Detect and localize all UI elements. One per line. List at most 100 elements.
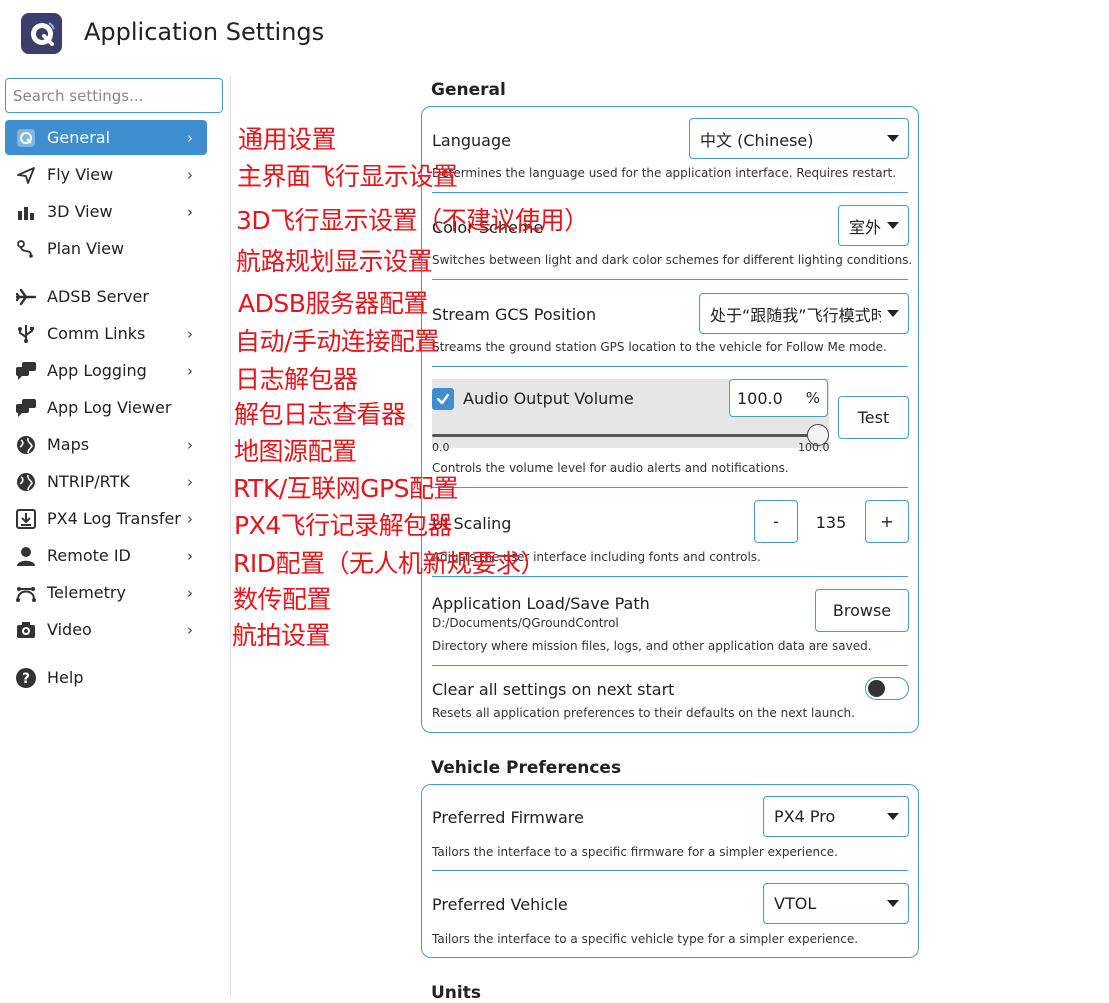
- annotation-fly-view: 主界面飞行显示设置: [237, 162, 458, 191]
- chevron-right-icon: ›: [187, 583, 193, 602]
- sidebar-item-3d-view[interactable]: 3D View ›: [5, 194, 207, 229]
- dropdown-arrow-icon: [887, 222, 899, 229]
- section-title-vehicle-preferences: Vehicle Preferences: [431, 758, 622, 778]
- ui-scaling-decrease-button[interactable]: -: [754, 500, 798, 543]
- audio-enable-checkbox[interactable]: [432, 388, 454, 410]
- chevron-right-icon: ›: [187, 128, 193, 147]
- sidebar-item-label: Plan View: [47, 239, 125, 258]
- annotation-telemetry: 数传配置: [233, 585, 332, 614]
- annotation-plan-view: 航路规划显示设置: [236, 247, 433, 276]
- usb-icon: [15, 323, 37, 345]
- annotation-3d-view: 3D飞行显示设置（不建议使用）: [236, 206, 589, 235]
- chevron-right-icon: ›: [187, 165, 193, 184]
- annotation-app-logging: 日志解包器: [235, 365, 358, 394]
- preferred-firmware-label: Preferred Firmware: [432, 808, 584, 827]
- row-divider: [432, 665, 908, 666]
- slider-min-label: 0.0: [432, 441, 450, 454]
- person-icon: [15, 545, 37, 567]
- language-label: Language: [432, 131, 511, 150]
- sidebar-item-label: Telemetry: [47, 583, 126, 602]
- section-title-general: General: [431, 80, 506, 100]
- check-icon: [436, 393, 450, 405]
- annotation-video: 航拍设置: [232, 621, 331, 650]
- chevron-right-icon: ›: [187, 202, 193, 221]
- sidebar-item-video[interactable]: Video ›: [5, 612, 207, 647]
- preferred-vehicle-desc: Tailors the interface to a specific vehi…: [432, 932, 859, 946]
- audio-volume-value: 100.0: [737, 389, 783, 408]
- sidebar-item-app-log-viewer[interactable]: App Log Viewer: [5, 390, 207, 425]
- sidebar-item-plan-view[interactable]: Plan View: [5, 231, 207, 266]
- stream-gcs-desc: Streams the ground station GPS location …: [432, 340, 887, 354]
- dropdown-arrow-icon: [887, 135, 899, 142]
- globe-icon: [15, 434, 37, 456]
- preferred-firmware-desc: Tailors the interface to a specific firm…: [432, 845, 838, 859]
- stream-gcs-select[interactable]: 处于“跟随我”飞行模式时: [699, 293, 909, 334]
- qgc-logo-icon: [21, 13, 62, 54]
- sidebar-item-label: General: [47, 128, 111, 147]
- airplane-icon: [15, 286, 37, 308]
- annotation-app-log-viewer: 解包日志查看器: [234, 400, 406, 429]
- dropdown-arrow-icon: [887, 900, 899, 907]
- plan-view-icon: [15, 238, 37, 260]
- sidebar-item-ntrip-rtk[interactable]: NTRIP/RTK ›: [5, 464, 207, 499]
- general-icon: [15, 127, 37, 149]
- audio-volume-input[interactable]: 100.0 %: [729, 379, 828, 417]
- sidebar-item-label: PX4 Log Transfer: [47, 509, 181, 528]
- page-title: Application Settings: [84, 18, 325, 46]
- chevron-right-icon: ›: [187, 546, 193, 565]
- sidebar-item-help[interactable]: ? Help: [5, 660, 207, 695]
- language-select[interactable]: 中文 (Chinese): [689, 118, 909, 159]
- audio-volume-desc: Controls the volume level for audio aler…: [432, 461, 789, 475]
- chat-icon: [15, 397, 37, 419]
- sidebar-item-maps[interactable]: Maps ›: [5, 427, 207, 462]
- svg-text:?: ?: [22, 671, 30, 687]
- load-save-path-label: Application Load/Save Path: [432, 594, 650, 613]
- preferred-vehicle-select[interactable]: VTOL: [763, 883, 909, 924]
- slider-max-label: 100.0: [798, 441, 830, 454]
- color-scheme-select[interactable]: 室外: [838, 205, 909, 246]
- row-divider: [432, 192, 908, 193]
- chevron-right-icon: ›: [187, 472, 193, 491]
- browse-button[interactable]: Browse: [815, 589, 909, 632]
- sidebar-item-label: Fly View: [47, 165, 114, 184]
- preferred-firmware-select[interactable]: PX4 Pro: [763, 796, 909, 837]
- ui-scaling-increase-button[interactable]: +: [865, 500, 909, 543]
- sidebar-item-remote-id[interactable]: Remote ID ›: [5, 538, 207, 573]
- sidebar-item-fly-view[interactable]: Fly View ›: [5, 157, 207, 192]
- sidebar-item-label: Remote ID: [47, 546, 131, 565]
- chevron-right-icon: ›: [187, 620, 193, 639]
- sidebar-item-adsb-server[interactable]: ADSB Server: [5, 279, 207, 314]
- chevron-right-icon: ›: [187, 509, 193, 528]
- sidebar-item-label: NTRIP/RTK: [47, 472, 130, 491]
- audio-test-button[interactable]: Test: [838, 396, 909, 439]
- stream-gcs-label: Stream GCS Position: [432, 305, 597, 324]
- clear-settings-desc: Resets all application preferences to th…: [432, 706, 855, 720]
- annotation-maps: 地图源配置: [234, 437, 357, 466]
- audio-volume-slider-track[interactable]: [432, 434, 819, 437]
- sidebar-divider: [230, 76, 231, 995]
- row-divider: [432, 870, 908, 871]
- sidebar-item-general[interactable]: General ›: [5, 120, 207, 155]
- sidebar-item-px4-log-transfer[interactable]: PX4 Log Transfer ›: [5, 501, 207, 536]
- clear-settings-toggle[interactable]: [865, 677, 909, 700]
- sidebar-item-label: Maps: [47, 435, 90, 454]
- camera-icon: [15, 619, 37, 641]
- download-icon: [15, 508, 37, 530]
- audio-volume-label: Audio Output Volume: [463, 389, 634, 408]
- vehicle-preferences-panel: Preferred Firmware PX4 Pro Tailors the i…: [421, 784, 919, 958]
- dropdown-arrow-icon: [887, 310, 899, 317]
- toggle-knob: [868, 680, 885, 697]
- load-save-path-value: D:/Documents/QGroundControl: [432, 616, 619, 630]
- sidebar-item-label: App Logging: [47, 361, 147, 380]
- section-title-units: Units: [431, 983, 481, 1003]
- annotation-remote-id: RID配置（无人机新规要求）: [233, 549, 546, 578]
- telemetry-icon: [15, 582, 37, 604]
- preferred-vehicle-label: Preferred Vehicle: [432, 895, 568, 914]
- preferred-vehicle-value: VTOL: [774, 894, 817, 913]
- sidebar-item-app-logging[interactable]: App Logging ›: [5, 353, 207, 388]
- sidebar-item-telemetry[interactable]: Telemetry ›: [5, 575, 207, 610]
- search-input[interactable]: [5, 78, 223, 113]
- chevron-right-icon: ›: [187, 435, 193, 454]
- sidebar-item-comm-links[interactable]: Comm Links ›: [5, 316, 207, 351]
- annotation-comm-links: 自动/手动连接配置: [235, 327, 439, 356]
